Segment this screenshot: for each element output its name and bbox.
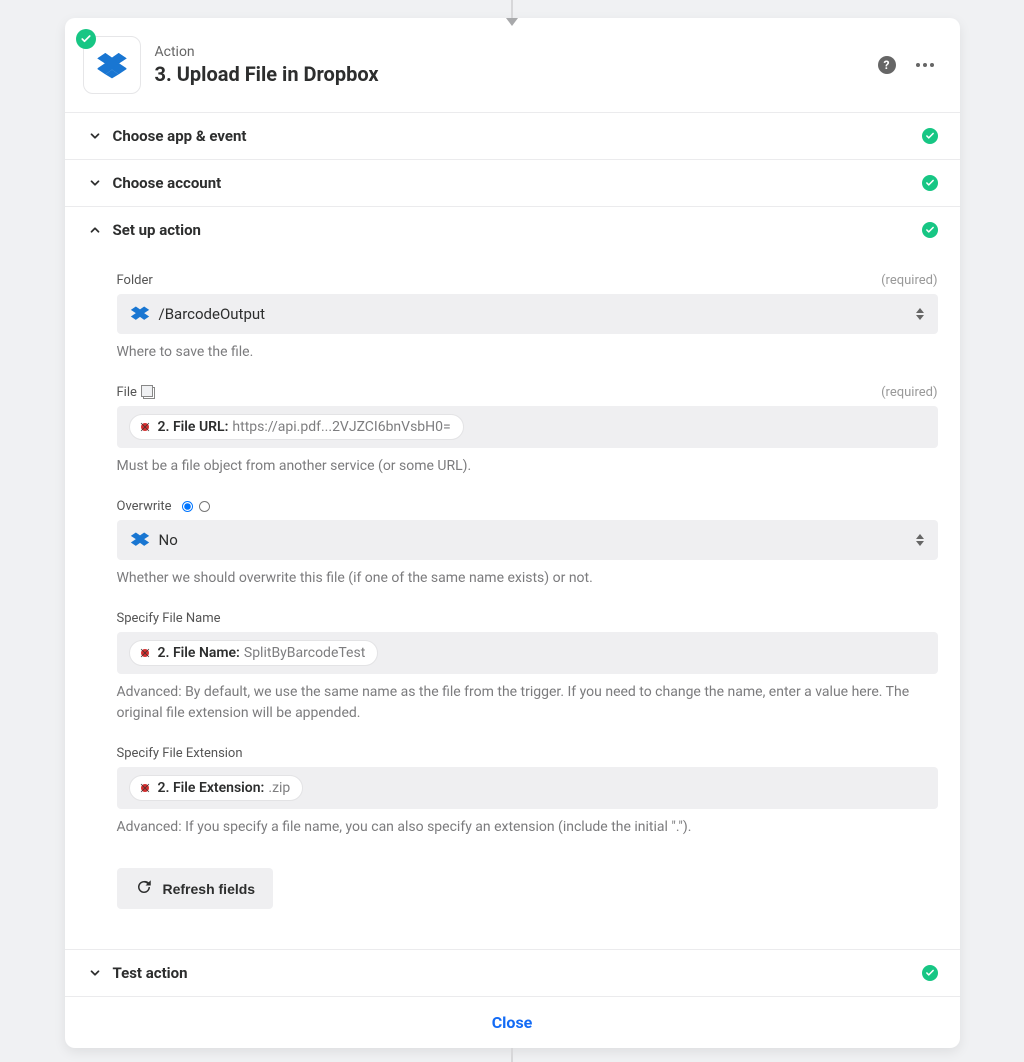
copy-icon — [143, 387, 155, 399]
field-overwrite: Overwrite No Whether we should overwrite… — [117, 499, 938, 589]
field-folder: Folder (required) /BarcodeOutput Where t… — [117, 273, 938, 363]
pdfco-icon — [136, 779, 154, 797]
connector-top — [0, 0, 1024, 18]
panel-footer: Close — [65, 996, 960, 1048]
section-title: Choose app & event — [113, 127, 922, 145]
section-complete-icon — [922, 175, 938, 191]
chevron-down-icon — [87, 175, 103, 191]
file-input[interactable]: 2. File URL: https://api.pdf...2VJZCI6bn… — [117, 406, 938, 448]
section-title: Choose account — [113, 174, 922, 192]
field-file-name: Specify File Name 2. File Name: SplitByB… — [117, 611, 938, 724]
pdfco-icon — [136, 418, 154, 436]
file-url-pill[interactable]: 2. File URL: https://api.pdf...2VJZCI6bn… — [129, 414, 464, 440]
status-check-badge — [76, 29, 96, 49]
field-label: Specify File Name — [117, 611, 221, 626]
pdfco-icon — [136, 644, 154, 662]
form-body: Folder (required) /BarcodeOutput Where t… — [65, 253, 960, 949]
select-caret-icon — [914, 534, 926, 546]
header-title: 3. Upload File in Dropbox — [155, 62, 878, 86]
field-file-extension: Specify File Extension 2. File Extension… — [117, 746, 938, 838]
file-name-pill[interactable]: 2. File Name: SplitByBarcodeTest — [129, 640, 379, 666]
required-tag: (required) — [881, 385, 937, 400]
chevron-down-icon — [87, 128, 103, 144]
dropbox-icon — [129, 529, 151, 551]
section-title: Test action — [113, 964, 922, 982]
help-text: Whether we should overwrite this file (i… — [117, 568, 938, 589]
action-panel: Action 3. Upload File in Dropbox ? Choos… — [65, 18, 960, 1048]
folder-value: /BarcodeOutput — [159, 305, 914, 323]
section-title: Set up action — [113, 221, 922, 239]
help-icon[interactable]: ? — [878, 56, 896, 74]
dropbox-icon — [129, 303, 151, 325]
folder-select[interactable]: /BarcodeOutput — [117, 294, 938, 334]
connector-bottom — [511, 1048, 513, 1062]
dropbox-icon — [96, 49, 128, 81]
help-text: Where to save the file. — [117, 342, 938, 363]
required-tag: (required) — [881, 273, 937, 288]
help-text: Advanced: By default, we use the same na… — [117, 682, 938, 724]
overwrite-select[interactable]: No — [117, 520, 938, 560]
file-extension-input[interactable]: 2. File Extension: .zip — [117, 767, 938, 809]
section-choose-account[interactable]: Choose account — [65, 159, 960, 206]
help-text: Must be a file object from another servi… — [117, 456, 938, 477]
section-choose-app[interactable]: Choose app & event — [65, 112, 960, 159]
field-file: File (required) 2. File URL: https://api… — [117, 385, 938, 477]
field-label: File — [117, 385, 155, 400]
close-button[interactable]: Close — [492, 1013, 533, 1032]
app-icon — [83, 36, 141, 94]
section-complete-icon — [922, 222, 938, 238]
panel-header: Action 3. Upload File in Dropbox ? — [65, 18, 960, 112]
section-test-action[interactable]: Test action — [65, 949, 960, 996]
overwrite-radio-1[interactable] — [182, 501, 193, 512]
select-caret-icon — [914, 308, 926, 320]
chevron-down-icon — [87, 965, 103, 981]
overwrite-value: No — [159, 531, 914, 549]
section-complete-icon — [922, 128, 938, 144]
section-complete-icon — [922, 965, 938, 981]
overwrite-radio-group — [182, 501, 210, 512]
field-label: Folder — [117, 273, 153, 288]
field-label: Overwrite — [117, 499, 210, 514]
overwrite-radio-2[interactable] — [199, 501, 210, 512]
section-setup-action[interactable]: Set up action — [65, 206, 960, 253]
refresh-icon — [135, 878, 153, 899]
field-label: Specify File Extension — [117, 746, 243, 761]
more-options-icon[interactable] — [912, 59, 938, 71]
help-text: Advanced: If you specify a file name, yo… — [117, 817, 938, 838]
file-extension-pill[interactable]: 2. File Extension: .zip — [129, 775, 304, 801]
chevron-up-icon — [87, 222, 103, 238]
header-label: Action — [155, 44, 878, 60]
refresh-fields-button[interactable]: Refresh fields — [117, 868, 274, 909]
file-name-input[interactable]: 2. File Name: SplitByBarcodeTest — [117, 632, 938, 674]
